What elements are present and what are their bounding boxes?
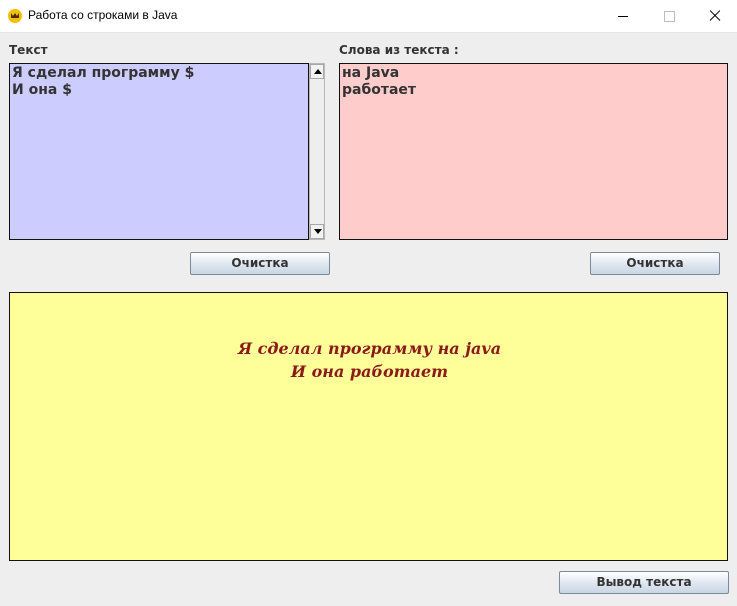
input-textarea[interactable]: Я сделал программу $ И она $ bbox=[9, 63, 309, 240]
clear-words-button[interactable]: Очистка bbox=[590, 252, 720, 275]
window-title: Работа со строками в Java bbox=[28, 8, 178, 22]
maximize-button[interactable] bbox=[646, 0, 692, 32]
output-text: Я сделал программу на java И она работае… bbox=[237, 339, 502, 381]
words-label: Слова из текста : bbox=[339, 43, 459, 57]
words-textarea[interactable]: на Java работает bbox=[339, 63, 728, 240]
output-text-button[interactable]: Вывод текста bbox=[559, 571, 729, 594]
output-panel: Я сделал программу на java И она работае… bbox=[9, 292, 728, 561]
scroll-up-arrow-icon[interactable] bbox=[310, 64, 324, 79]
java-crown-icon bbox=[8, 9, 22, 23]
minimize-button[interactable] bbox=[600, 0, 646, 32]
scroll-down-arrow-icon[interactable] bbox=[310, 224, 324, 239]
title-bar: Работа со строками в Java bbox=[0, 0, 737, 33]
close-button[interactable] bbox=[692, 0, 737, 32]
input-text-label: Текст bbox=[9, 43, 48, 57]
input-scrollbar[interactable] bbox=[309, 63, 325, 240]
clear-input-button[interactable]: Очистка bbox=[190, 252, 330, 275]
